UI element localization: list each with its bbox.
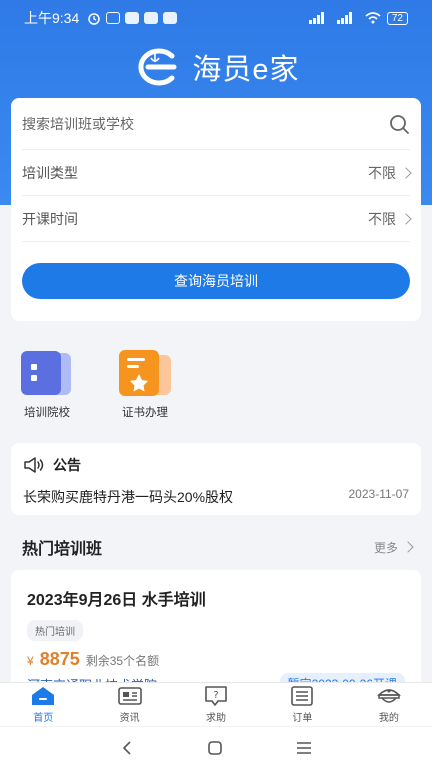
quick-action-schools[interactable]: 培训院校 (18, 348, 76, 420)
tab-label: 我的 (378, 713, 399, 724)
remaining-seats: 剩余35个名额 (85, 654, 160, 668)
more-label: 更多 (373, 540, 398, 555)
back-icon[interactable] (119, 740, 135, 756)
alarm-icon (88, 13, 100, 25)
tab-orders[interactable]: 订单 (259, 683, 345, 726)
tab-help[interactable]: ? 求助 (173, 683, 259, 726)
captain-hat-icon (376, 689, 401, 703)
tab-news[interactable]: 资讯 (86, 683, 172, 726)
menu-icon[interactable] (295, 740, 313, 756)
quick-action-label: 证书办理 (122, 407, 168, 419)
quick-action-certificates[interactable]: 证书办理 (116, 348, 174, 420)
section-title: 热门培训班 (22, 541, 103, 558)
battery-icon: 72 (386, 11, 408, 25)
filter-training-type[interactable]: 培训类型 不限 (22, 150, 412, 196)
filter-value: 不限 (368, 164, 396, 181)
wechat-icon (125, 12, 140, 24)
search-card: 培训类型 不限 开课时间 不限 查询海员培训 (11, 98, 421, 321)
quick-actions: 培训院校 证书办理 (18, 348, 174, 420)
app-title: 海员e家 (192, 54, 300, 86)
search-icon[interactable] (388, 113, 410, 135)
app-brand: 海员e家 (0, 46, 432, 88)
building-icon (19, 348, 75, 398)
search-row (22, 98, 410, 150)
status-bar: 上午9:34 72 (0, 0, 432, 36)
query-training-button[interactable]: 查询海员培训 (22, 263, 410, 299)
hot-training-header: 热门培训班 更多 (22, 535, 414, 559)
certificate-icon (117, 348, 173, 398)
tab-label: 资讯 (119, 713, 140, 724)
chevron-right-icon (400, 212, 412, 225)
currency-symbol: ¥ (27, 654, 34, 668)
filter-value: 不限 (368, 210, 396, 227)
course-title: 2023年9月26日 水手培训 (27, 592, 206, 609)
status-right: 72 (308, 11, 408, 25)
search-input[interactable] (22, 115, 388, 132)
status-time: 上午9:34 (24, 10, 80, 26)
filter-label: 培训类型 (22, 164, 78, 181)
course-tag: 热门培训 (27, 620, 83, 641)
orders-icon (291, 686, 314, 706)
system-nav-bar (0, 726, 432, 768)
status-notification-icons (87, 11, 178, 25)
signal-icon (308, 12, 324, 24)
tab-label: 求助 (206, 713, 227, 724)
nfc-icon (106, 12, 121, 24)
filter-start-time[interactable]: 开课时间 不限 (22, 196, 412, 242)
course-price: 8875 (39, 649, 80, 669)
filter-label: 开课时间 (22, 210, 78, 227)
chevron-right-icon (402, 541, 414, 553)
speaker-icon (24, 457, 44, 473)
tab-label: 首页 (33, 713, 54, 724)
svg-text:?: ? (213, 690, 218, 701)
tab-profile[interactable]: 我的 (346, 683, 432, 726)
news-icon (117, 687, 142, 705)
more-link[interactable]: 更多 (373, 539, 414, 556)
bottom-tab-bar: 首页 资讯 ? 求助 订单 我的 (0, 682, 432, 726)
wechat-icon (144, 12, 159, 24)
notice-card[interactable]: 公告 长荣购买鹿特丹港一码头20%股权 2023-11-07 (11, 443, 421, 515)
home-nav-icon[interactable] (207, 740, 223, 756)
signal-icon (336, 12, 352, 24)
course-card[interactable]: 2023年9月26日 水手培训 热门培训 ¥ 8875 剩余35个名额 河南交通… (11, 570, 421, 700)
logo-icon (138, 48, 177, 86)
help-icon: ? (205, 686, 227, 706)
notice-date: 2023-11-07 (348, 487, 410, 501)
wifi-icon (365, 12, 381, 24)
home-icon (32, 687, 55, 705)
notice-heading: 公告 (53, 457, 81, 473)
tab-label: 订单 (292, 713, 313, 724)
notice-text: 长荣购买鹿特丹港一码头20%股权 (23, 489, 234, 505)
quick-action-label: 培训院校 (24, 407, 70, 419)
tab-home[interactable]: 首页 (0, 683, 86, 726)
chevron-right-icon (400, 166, 412, 179)
message-icon (163, 12, 178, 24)
